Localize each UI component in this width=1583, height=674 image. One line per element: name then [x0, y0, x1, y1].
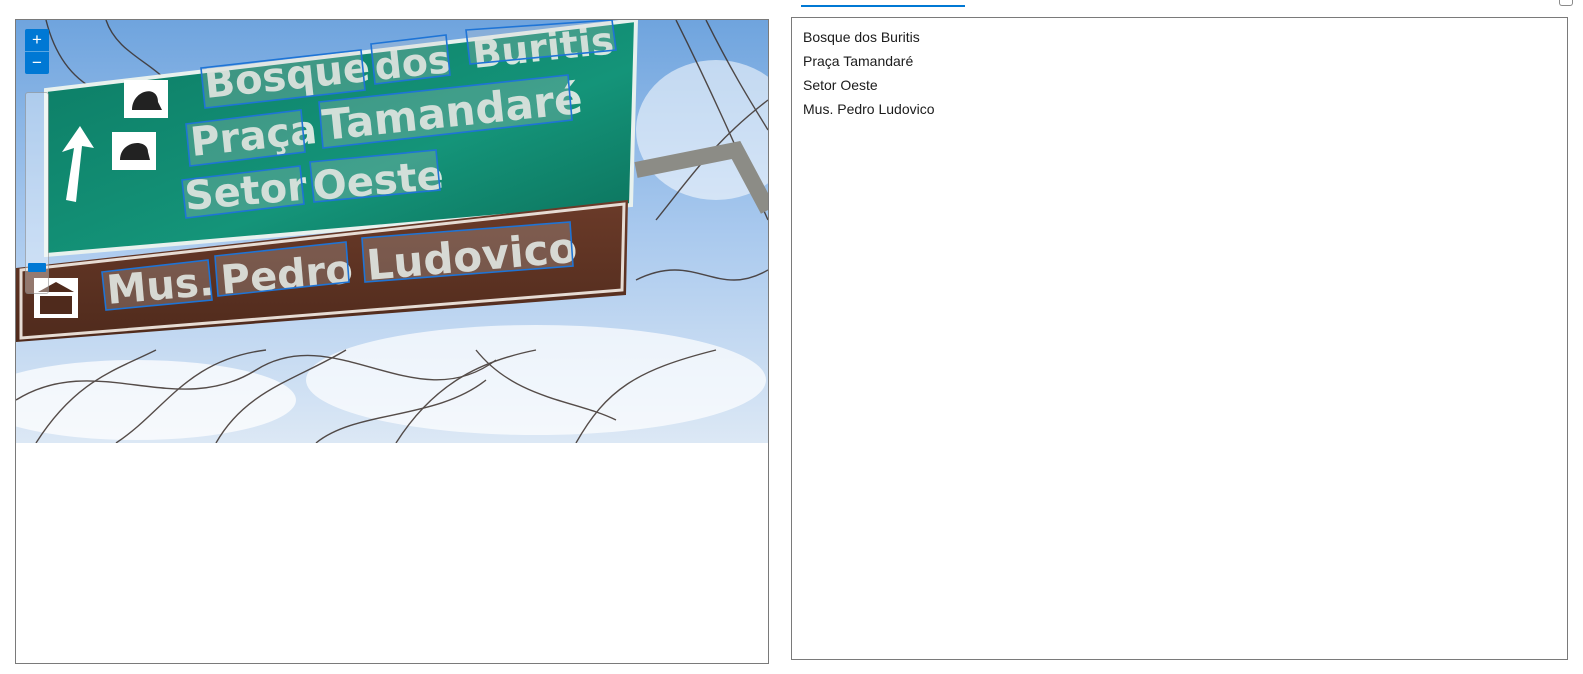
result-line: Praça Tamandaré: [803, 53, 914, 69]
zoom-slider-handle[interactable]: [28, 263, 46, 273]
result-line: Bosque dos Buritis: [803, 29, 920, 45]
ocr-results-panel: Bosque dos Buritis Praça Tamandaré Setor…: [791, 17, 1568, 660]
image-viewer[interactable]: Bosque dos Buritis Praça Tamandaré Setor…: [15, 19, 769, 664]
street-sign-photo: Bosque dos Buritis Praça Tamandaré Setor…: [16, 20, 768, 443]
result-line: Mus. Pedro Ludovico: [803, 101, 935, 117]
panel-corner-icon: [1559, 0, 1573, 6]
zoom-in-button[interactable]: +: [25, 29, 49, 51]
active-tab-underline[interactable]: [801, 0, 965, 7]
zoom-slider[interactable]: [25, 92, 49, 294]
zoom-out-button[interactable]: −: [25, 51, 49, 74]
result-line: Setor Oeste: [803, 77, 878, 93]
